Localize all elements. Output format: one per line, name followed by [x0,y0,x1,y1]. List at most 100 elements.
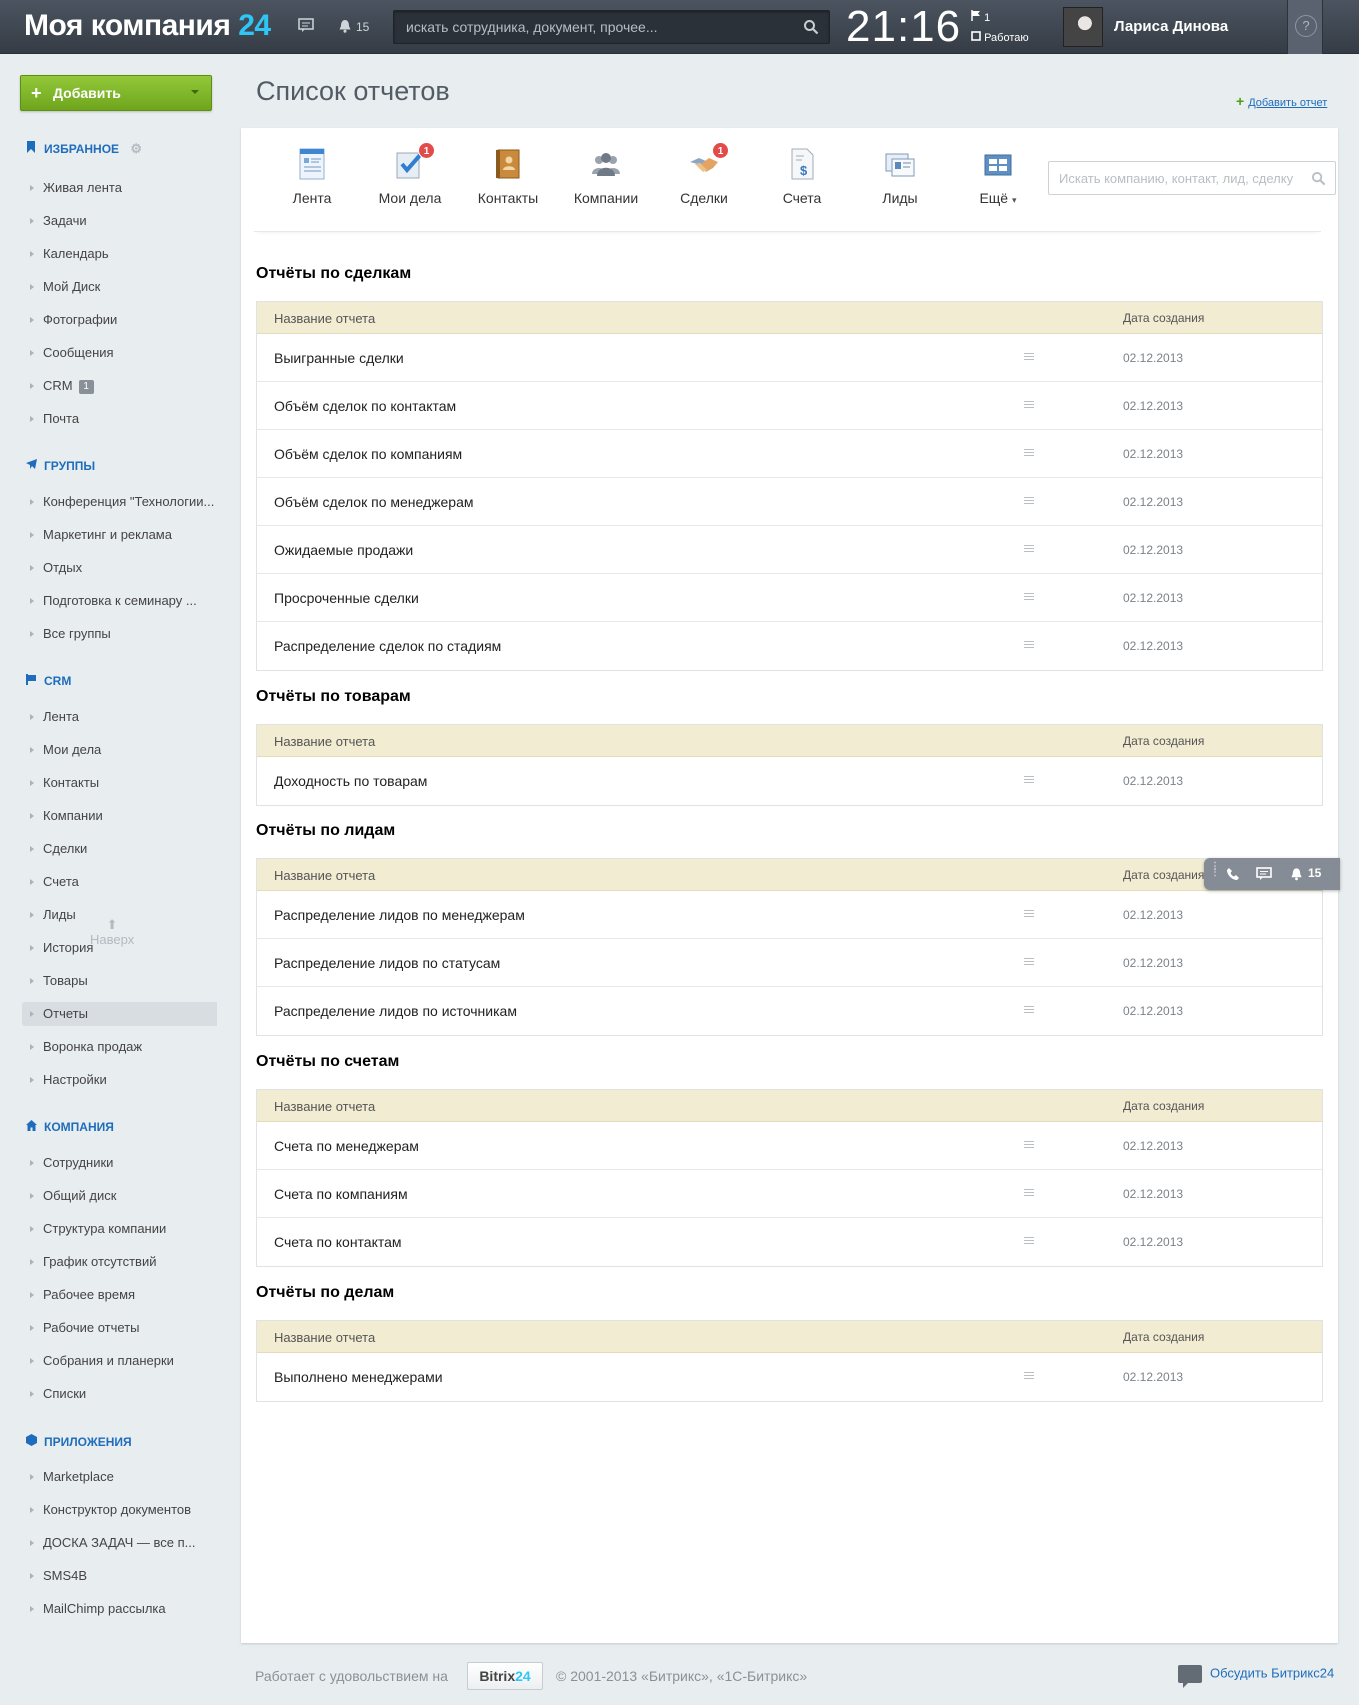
report-name-link[interactable]: Распределение лидов по менеджерам [274,907,525,923]
table-row[interactable]: Выполнено менеджерами 02.12.2013 [257,1353,1322,1401]
sidebar-item-group[interactable]: Маркетинг и реклама [22,523,217,547]
sidebar-item-meetings[interactable]: Собрания и планерки [22,1349,217,1373]
menu-icon[interactable] [1024,401,1034,410]
global-search-input[interactable] [394,11,829,43]
sidebar-item-employees[interactable]: Сотрудники [22,1151,217,1175]
menu-icon[interactable] [1024,1141,1034,1150]
sidebar-item-lists[interactable]: Списки [22,1382,217,1406]
crm-search[interactable] [1048,161,1336,195]
messenger-dock[interactable]: ⋮ ⋮ 15 [1204,858,1340,890]
menu-icon[interactable] [1024,958,1034,967]
search-icon[interactable] [803,19,819,35]
sidebar-item-all-groups[interactable]: Все группы [22,622,217,646]
report-name-link[interactable]: Счета по контактам [274,1234,402,1250]
sidebar-item-task-board[interactable]: ДОСКА ЗАДАЧ — все п... [22,1531,217,1555]
menu-icon[interactable] [1024,1006,1034,1015]
messages-icon[interactable] [298,18,314,36]
toolbar-contacts[interactable]: Контакты [460,148,556,206]
sidebar-item-sales-funnel[interactable]: Воронка продаж [22,1035,217,1059]
notifications-icon[interactable]: 15 [338,19,369,36]
sidebar-item-my-disk[interactable]: Мой Диск [22,275,217,299]
toolbar-more[interactable]: Ещё ▾ [950,148,1046,206]
report-name-link[interactable]: Выигранные сделки [274,350,404,366]
table-row[interactable]: Счета по менеджерам 02.12.2013 [257,1122,1322,1170]
status-flag[interactable]: 1 [971,10,990,24]
report-name-link[interactable]: Выполнено менеджерами [274,1369,443,1385]
table-row[interactable]: Выигранные сделки 02.12.2013 [257,334,1322,382]
sidebar-item-crm-feed[interactable]: Лента [22,705,217,729]
global-search[interactable] [393,10,830,44]
sidebar-item-products[interactable]: Товары [22,969,217,993]
section-apps[interactable]: Приложения [26,1434,132,1449]
sidebar-item-companies[interactable]: Компании [22,804,217,828]
sidebar-item-company-structure[interactable]: Структура компании [22,1217,217,1241]
drag-handle-icon[interactable]: ⋮ ⋮ [1210,862,1220,878]
sidebar-item-shared-disk[interactable]: Общий диск [22,1184,217,1208]
chat-icon[interactable] [1256,867,1272,881]
report-name-link[interactable]: Счета по менеджерам [274,1138,419,1154]
sidebar-item-group[interactable]: Отдых [22,556,217,580]
notifications-icon[interactable] [1290,867,1303,881]
column-header-date[interactable]: Дата создания [1123,1099,1204,1113]
user-name[interactable]: Лариса Динова [1114,18,1228,35]
toolbar-invoices[interactable]: $ Счета [754,148,850,206]
sidebar-item-mail[interactable]: Почта [22,407,217,431]
clock[interactable]: 21:16 [846,2,961,52]
sidebar-item-work-reports[interactable]: Рабочие отчеты [22,1316,217,1340]
table-row[interactable]: Счета по контактам 02.12.2013 [257,1218,1322,1266]
table-row[interactable]: Распределение лидов по менеджерам 02.12.2… [257,891,1322,939]
menu-icon[interactable] [1024,1189,1034,1198]
search-icon[interactable] [1311,171,1326,186]
toolbar-deals[interactable]: 1 Сделки [656,142,752,206]
menu-icon[interactable] [1024,910,1034,919]
phone-icon[interactable] [1226,867,1240,881]
report-name-link[interactable]: Счета по компаниям [274,1186,408,1202]
report-name-link[interactable]: Доходность по товарам [274,773,427,789]
section-groups[interactable]: Группы [26,459,95,473]
table-row[interactable]: Распределение лидов по статусам 02.12.201… [257,939,1322,987]
add-button[interactable]: + Добавить [20,75,212,111]
sidebar-item-crm[interactable]: CRM 1 [22,374,217,398]
sidebar-item-my-tasks[interactable]: Мои дела [22,738,217,762]
toolbar-companies[interactable]: Компании [558,148,654,206]
sidebar-item-live-feed[interactable]: Живая лента [22,176,217,200]
sidebar-item-photos[interactable]: Фотографии [22,308,217,332]
column-header-name[interactable]: Название отчета [274,868,375,883]
column-header-date[interactable]: Дата создания [1123,868,1204,882]
scroll-to-top[interactable]: ⬆ Наверх [90,918,134,948]
chevron-down-icon[interactable] [191,90,199,94]
menu-icon[interactable] [1024,776,1034,785]
add-report-link[interactable]: + Добавить отчет [1236,93,1327,109]
table-row[interactable]: Счета по компаниям 02.12.2013 [257,1170,1322,1218]
crm-search-input[interactable] [1049,162,1335,194]
table-row[interactable]: Объём сделок по менеджерам 02.12.2013 [257,478,1322,526]
report-name-link[interactable]: Распределение сделок по стадиям [274,638,501,654]
table-row[interactable]: Ожидаемые продажи 02.12.2013 [257,526,1322,574]
company-logo[interactable]: Моя компания 24 [24,9,271,43]
toolbar-my-tasks[interactable]: 1 Мои дела [362,142,458,206]
section-company[interactable]: Компания [26,1120,114,1134]
sidebar-item-invoices[interactable]: Счета [22,870,217,894]
sidebar-item-tasks[interactable]: Задачи [22,209,217,233]
column-header-name[interactable]: Название отчета [274,1099,375,1114]
menu-icon[interactable] [1024,353,1034,362]
sidebar-item-contacts[interactable]: Контакты [22,771,217,795]
column-header-name[interactable]: Название отчета [274,734,375,749]
sidebar-item-calendar[interactable]: Календарь [22,242,217,266]
work-status[interactable]: Работаю [971,31,1029,44]
section-favorites[interactable]: Избранное ⚙ [26,141,142,157]
table-row[interactable]: Доходность по товарам 02.12.2013 [257,757,1322,805]
report-name-link[interactable]: Ожидаемые продажи [274,542,413,558]
discuss-bitrix-link[interactable]: Обсудить Битрикс24 [1178,1665,1334,1688]
sidebar-item-deals[interactable]: Сделки [22,837,217,861]
table-row[interactable]: Распределение лидов по источникам 02.12.2… [257,987,1322,1035]
menu-icon[interactable] [1024,497,1034,506]
report-name-link[interactable]: Объём сделок по менеджерам [274,494,474,510]
menu-icon[interactable] [1024,545,1034,554]
report-name-link[interactable]: Распределение лидов по статусам [274,955,500,971]
gear-icon[interactable]: ⚙ [130,141,142,157]
sidebar-item-sms4b[interactable]: SMS4B [22,1564,217,1588]
sidebar-item-mailchimp[interactable]: MailChimp рассылка [22,1597,217,1621]
table-row[interactable]: Объём сделок по контактам 02.12.2013 [257,382,1322,430]
menu-icon[interactable] [1024,593,1034,602]
